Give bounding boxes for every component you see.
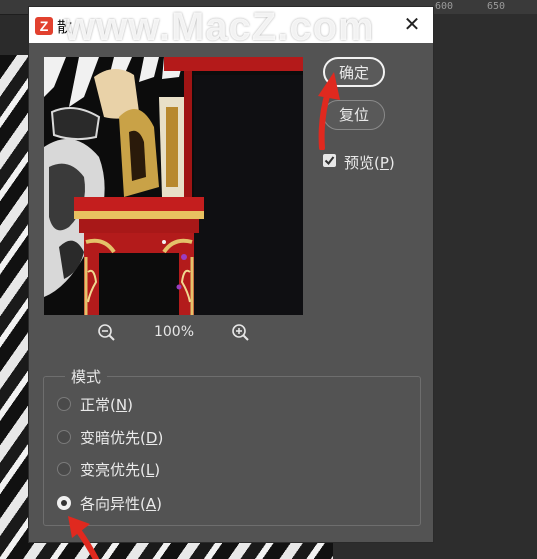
radio-button-selected[interactable] — [57, 496, 71, 510]
preview-image[interactable] — [44, 57, 303, 315]
radio-button[interactable] — [57, 397, 71, 411]
mode-option-label: 各向异性(A) — [80, 495, 162, 513]
preview-artwork — [44, 57, 303, 315]
title-bar[interactable]: Z 散 www.MacZ.com ✕ — [29, 5, 433, 49]
reset-button[interactable]: 复位 — [323, 100, 385, 130]
ruler-tick: 600 — [435, 1, 454, 12]
app-logo-icon: Z — [35, 17, 53, 35]
radio-button[interactable] — [57, 462, 71, 476]
preview-label: 预览(P) — [344, 154, 395, 172]
mode-option-label: 正常(N) — [80, 396, 133, 414]
ok-button[interactable]: 确定 — [323, 57, 385, 87]
zoom-out-icon[interactable] — [97, 323, 117, 343]
close-icon[interactable]: ✕ — [401, 13, 423, 35]
zoom-in-icon[interactable] — [231, 323, 251, 343]
ruler-tick: 650 — [487, 1, 506, 12]
watermark: www.MacZ.com — [64, 5, 375, 49]
radio-button[interactable] — [57, 430, 71, 444]
diffuse-filter-dialog: Z 散 www.MacZ.com ✕ 100% 确定 复位 预览(P) 模式 正… — [28, 5, 434, 543]
mode-legend: 模式 — [65, 366, 108, 387]
mode-option-label: 变亮优先(L) — [80, 461, 161, 479]
zoom-controls: 100% — [89, 323, 259, 345]
mode-option-label: 变暗优先(D) — [80, 429, 164, 447]
zoom-level: 100% — [153, 324, 195, 340]
checkmark-icon[interactable] — [323, 154, 336, 167]
